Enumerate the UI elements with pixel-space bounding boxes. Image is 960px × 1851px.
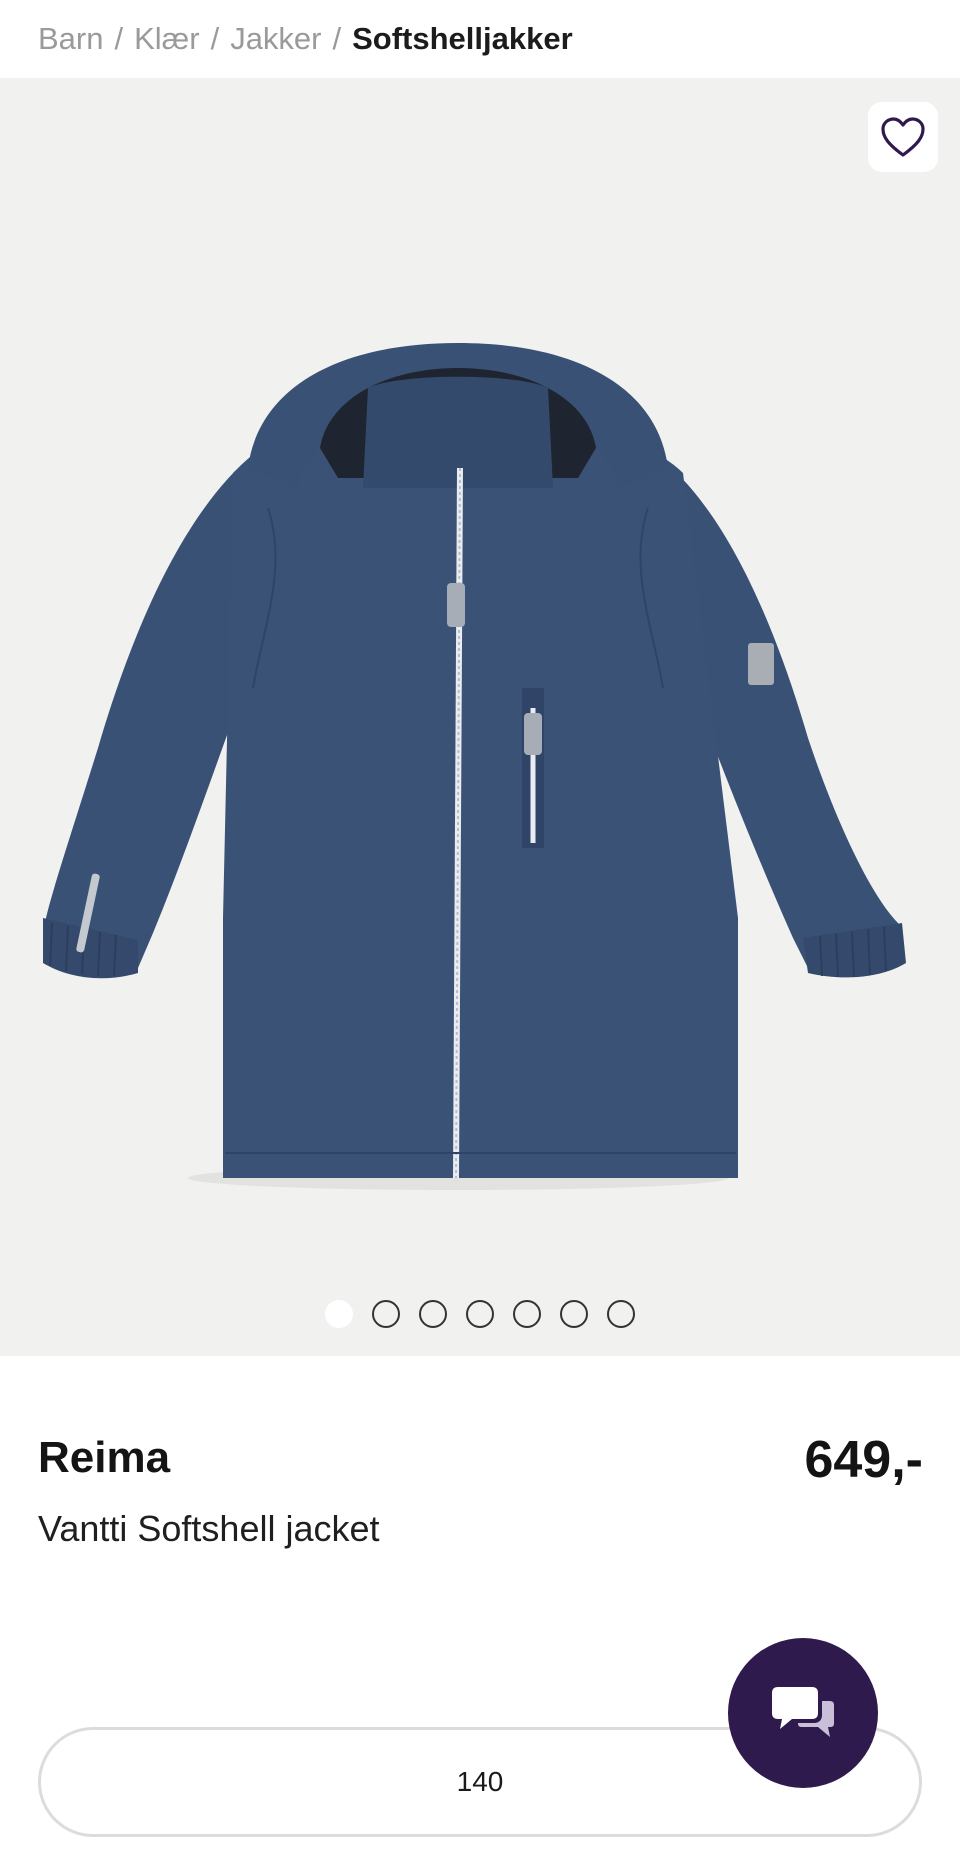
breadcrumb-separator: / [114,21,124,56]
gallery-dot[interactable] [513,1300,541,1328]
breadcrumb: Barn / Klær / Jakker / Softshelljakker [38,0,573,78]
favorite-button[interactable] [868,102,938,172]
gallery-dot[interactable] [325,1300,353,1328]
product-price: 649,- [804,1431,923,1489]
product-image-gallery[interactable] [0,78,960,1356]
breadcrumb-separator: / [332,21,342,56]
breadcrumb-current: Softshelljakker [352,21,573,56]
breadcrumb-link-jakker[interactable]: Jakker [230,21,321,57]
breadcrumb-link-barn[interactable]: Barn [38,21,103,57]
breadcrumb-link-klaer[interactable]: Klær [134,21,199,57]
product-image-jacket [43,343,906,1190]
gallery-dot[interactable] [466,1300,494,1328]
breadcrumb-separator: / [210,21,220,56]
chat-button[interactable] [728,1638,878,1788]
product-name: Vantti Softshell jacket [38,1508,380,1549]
gallery-dot[interactable] [372,1300,400,1328]
gallery-pagination [0,1300,960,1328]
gallery-dot[interactable] [560,1300,588,1328]
gallery-dot[interactable] [419,1300,447,1328]
chat-bubbles-icon [772,1687,834,1737]
gallery-dot[interactable] [607,1300,635,1328]
product-brand[interactable]: Reima [38,1433,170,1483]
heart-outline-icon [881,117,925,157]
size-select-value: 140 [456,1766,504,1797]
